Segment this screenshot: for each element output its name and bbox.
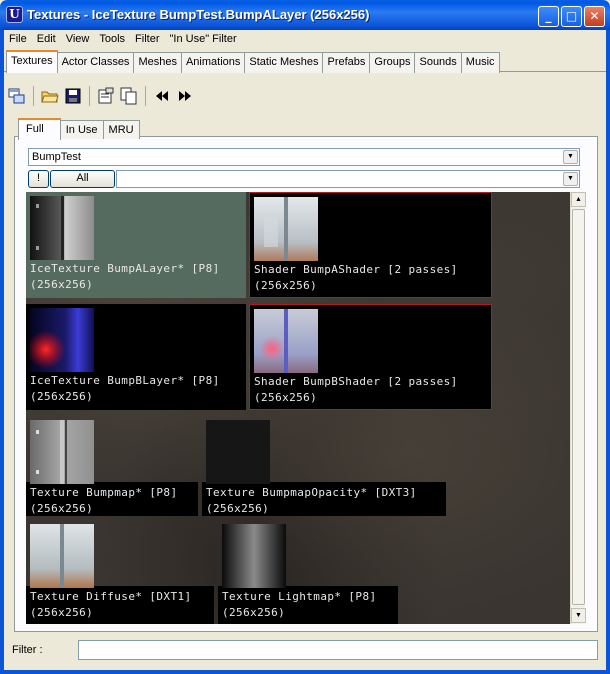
- chevron-down-icon[interactable]: ▼: [563, 150, 578, 164]
- texture-size-label: (256x256): [254, 391, 318, 404]
- texture-item-diffuse[interactable]: Texture Diffuse* [DXT1] (256x256): [26, 524, 216, 624]
- group-dropdown[interactable]: ▼: [116, 170, 580, 188]
- texture-item-bumpmap[interactable]: Texture Bumpmap* [P8] (256x256): [26, 420, 200, 518]
- texture-viewport[interactable]: IceTexture BumpALayer* [P8] (256x256) Sh…: [26, 192, 570, 624]
- window-frame-left: [0, 30, 4, 674]
- open-folder-icon[interactable]: [39, 85, 61, 107]
- menu-bar: File Edit View Tools Filter "In Use" Fil…: [4, 30, 242, 49]
- bumpashader-thumbnail: [254, 197, 318, 261]
- texture-name-label: Texture Diffuse* [DXT1]: [30, 590, 192, 603]
- tab-static-meshes[interactable]: Static Meshes: [244, 52, 324, 73]
- texture-name-label: Texture Lightmap* [P8]: [222, 590, 377, 603]
- texture-item-bumpblayer[interactable]: IceTexture BumpBLayer* [P8] (256x256): [26, 304, 246, 410]
- all-groups-button[interactable]: All: [50, 170, 115, 188]
- bumpbshader-thumbnail: [254, 309, 318, 373]
- tab-sounds[interactable]: Sounds: [414, 52, 462, 73]
- texture-item-bumpbshader[interactable]: Shader BumpBShader [2 passes] (256x256): [249, 304, 492, 410]
- tab-groups[interactable]: Groups: [369, 52, 416, 73]
- properties-icon[interactable]: [95, 85, 117, 107]
- window-frame-right: [606, 30, 610, 674]
- filter-input[interactable]: [78, 640, 598, 660]
- texture-item-lightmap[interactable]: Texture Lightmap* [P8] (256x256): [218, 524, 400, 624]
- texture-item-bumpmapopacity[interactable]: Texture BumpmapOpacity* [DXT3] (256x256): [202, 420, 448, 518]
- toolbar: [6, 84, 197, 108]
- texture-size-label: (256x256): [254, 279, 318, 292]
- tab-music[interactable]: Music: [460, 52, 500, 73]
- window-frame-bottom: [0, 670, 610, 674]
- exclaim-button[interactable]: !: [28, 170, 49, 188]
- next-icon[interactable]: [174, 85, 196, 107]
- tab-prefabs[interactable]: Prefabs: [322, 52, 371, 73]
- diffuse-thumbnail: [30, 524, 94, 588]
- minimize-button[interactable]: _: [538, 6, 559, 27]
- close-button[interactable]: ✕: [584, 6, 605, 27]
- package-dropdown-value: BumpTest: [32, 151, 81, 163]
- previous-icon[interactable]: [151, 85, 173, 107]
- texture-name-label: Texture Bumpmap* [P8]: [30, 486, 178, 499]
- lightmap-thumbnail: [222, 524, 286, 588]
- texture-name-label: Shader BumpBShader [2 passes]: [254, 375, 458, 388]
- package-dropdown[interactable]: BumpTest ▼: [28, 148, 580, 166]
- unreal-app-icon[interactable]: U: [6, 6, 23, 23]
- menu-edit[interactable]: Edit: [32, 30, 61, 49]
- tab-actor-classes[interactable]: Actor Classes: [56, 52, 135, 73]
- title-bar[interactable]: U Textures - IceTexture BumpTest.BumpALa…: [0, 0, 610, 30]
- scrollbar-thumb[interactable]: [572, 209, 585, 605]
- texture-size-label: (256x256): [30, 278, 94, 291]
- view-tabs: Full In Use MRU: [18, 118, 140, 140]
- bumpmapopacity-thumbnail: [206, 420, 270, 484]
- bumpalayer-thumbnail: [30, 196, 94, 260]
- scroll-up-icon[interactable]: ▲: [571, 192, 586, 207]
- browser-icon[interactable]: [6, 85, 28, 107]
- menu-tools[interactable]: Tools: [94, 30, 130, 49]
- filter-label: Filter :: [12, 644, 43, 656]
- vertical-scrollbar[interactable]: ▲ ▼: [570, 192, 586, 624]
- window-title: Textures - IceTexture BumpTest.BumpALaye…: [27, 7, 370, 22]
- menu-file[interactable]: File: [4, 30, 32, 49]
- tab-meshes[interactable]: Meshes: [133, 52, 182, 73]
- bumpblayer-thumbnail: [30, 308, 94, 372]
- chevron-down-icon[interactable]: ▼: [563, 172, 578, 186]
- texture-item-bumpalayer[interactable]: IceTexture BumpALayer* [P8] (256x256): [26, 192, 246, 298]
- menu-view[interactable]: View: [61, 30, 95, 49]
- texture-size-label: (256x256): [30, 606, 94, 619]
- texture-size-label: (256x256): [222, 606, 286, 619]
- texture-item-bumpashader[interactable]: Shader BumpAShader [2 passes] (256x256): [249, 192, 492, 298]
- texture-size-label: (256x256): [30, 390, 94, 403]
- texture-size-label: (256x256): [206, 502, 270, 515]
- tab-full[interactable]: Full: [18, 118, 61, 140]
- texture-size-label: (256x256): [30, 502, 94, 515]
- texture-name-label: IceTexture BumpBLayer* [P8]: [30, 374, 220, 387]
- menu-in-use-filter[interactable]: "In Use" Filter: [165, 30, 242, 49]
- texture-name-label: Texture BumpmapOpacity* [DXT3]: [206, 486, 417, 499]
- texture-name-label: Shader BumpAShader [2 passes]: [254, 263, 458, 276]
- tab-in-use[interactable]: In Use: [59, 120, 104, 139]
- copy-icon[interactable]: [118, 85, 140, 107]
- bumpmap-thumbnail: [30, 420, 94, 484]
- texture-name-label: IceTexture BumpALayer* [P8]: [30, 262, 220, 275]
- scroll-down-icon[interactable]: ▼: [571, 608, 586, 623]
- category-tabs: Textures Actor Classes Meshes Animations…: [6, 50, 500, 73]
- tab-animations[interactable]: Animations: [180, 52, 246, 73]
- tab-textures[interactable]: Textures: [6, 50, 58, 73]
- save-icon[interactable]: [62, 85, 84, 107]
- maximize-button[interactable]: □: [561, 6, 582, 27]
- menu-filter[interactable]: Filter: [130, 30, 164, 49]
- tab-mru[interactable]: MRU: [102, 120, 140, 139]
